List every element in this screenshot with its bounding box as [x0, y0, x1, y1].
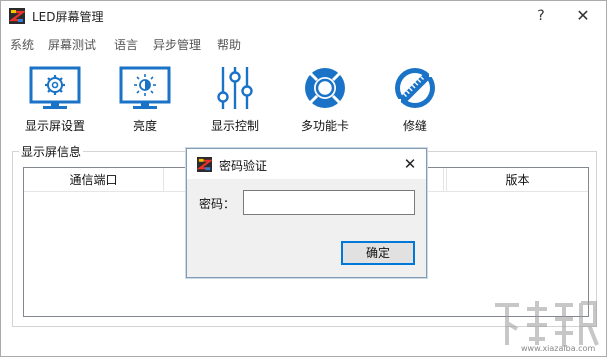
close-button[interactable]: ✕	[569, 5, 597, 27]
monitor-settings-icon	[29, 66, 81, 109]
menu-item-screen-test[interactable]: 屏幕测试	[48, 36, 96, 53]
watermark-url: www.xiazaiba.com	[521, 344, 596, 353]
seam-fix-button[interactable]: 修缝	[371, 59, 459, 137]
menu-item-async-management[interactable]: 异步管理	[153, 36, 201, 53]
password-dialog: 密码验证 ✕ 密码： 确定	[186, 148, 427, 278]
seam-fix-icon	[393, 68, 437, 108]
multifunction-card-button[interactable]: 多功能卡	[281, 59, 369, 137]
menu-item-help[interactable]: 帮助	[217, 36, 241, 53]
toolbar: 显示屏设置 亮度 显示控制 多功能卡 修缝	[1, 59, 606, 139]
app-logo-icon	[9, 8, 25, 24]
display-control-label: 显示控制	[210, 119, 259, 133]
brightness-button[interactable]: 亮度	[101, 59, 189, 137]
dialog-title: 密码验证	[219, 159, 268, 173]
display-control-button[interactable]: 显示控制	[191, 59, 279, 137]
seam-fix-label: 修缝	[402, 119, 427, 133]
monitor-brightness-icon	[119, 66, 171, 109]
lifebuoy-icon	[305, 68, 345, 108]
sliders-icon	[217, 67, 253, 109]
screen-info-group-label: 显示屏信息	[19, 143, 84, 160]
display-settings-button[interactable]: 显示屏设置	[11, 59, 99, 137]
password-input[interactable]	[243, 190, 415, 215]
window-title: LED屏幕管理	[32, 10, 104, 24]
column-header-comm-port[interactable]: 通信端口	[24, 168, 164, 192]
ok-button[interactable]: 确定	[341, 241, 415, 265]
password-label: 密码：	[199, 197, 236, 211]
brightness-label: 亮度	[132, 119, 157, 133]
title-bar: LED屏幕管理 ? ✕	[1, 1, 606, 31]
multifunction-card-label: 多功能卡	[300, 119, 349, 133]
menu-item-system[interactable]: 系统	[10, 36, 34, 53]
help-button[interactable]: ?	[527, 5, 555, 27]
display-settings-label: 显示屏设置	[24, 119, 85, 133]
menu-bar: 系统 屏幕测试 语言 异步管理 帮助	[1, 32, 606, 54]
column-header-version[interactable]: 版本	[446, 168, 588, 192]
main-window: LED屏幕管理 ? ✕ 系统 屏幕测试 语言 异步管理 帮助 显示屏设置 亮度 …	[0, 0, 607, 357]
menu-item-language[interactable]: 语言	[114, 36, 138, 53]
dialog-close-button[interactable]: ✕	[399, 153, 421, 175]
dialog-title-bar: 密码验证 ✕	[187, 149, 426, 179]
dialog-logo-icon	[197, 157, 212, 172]
